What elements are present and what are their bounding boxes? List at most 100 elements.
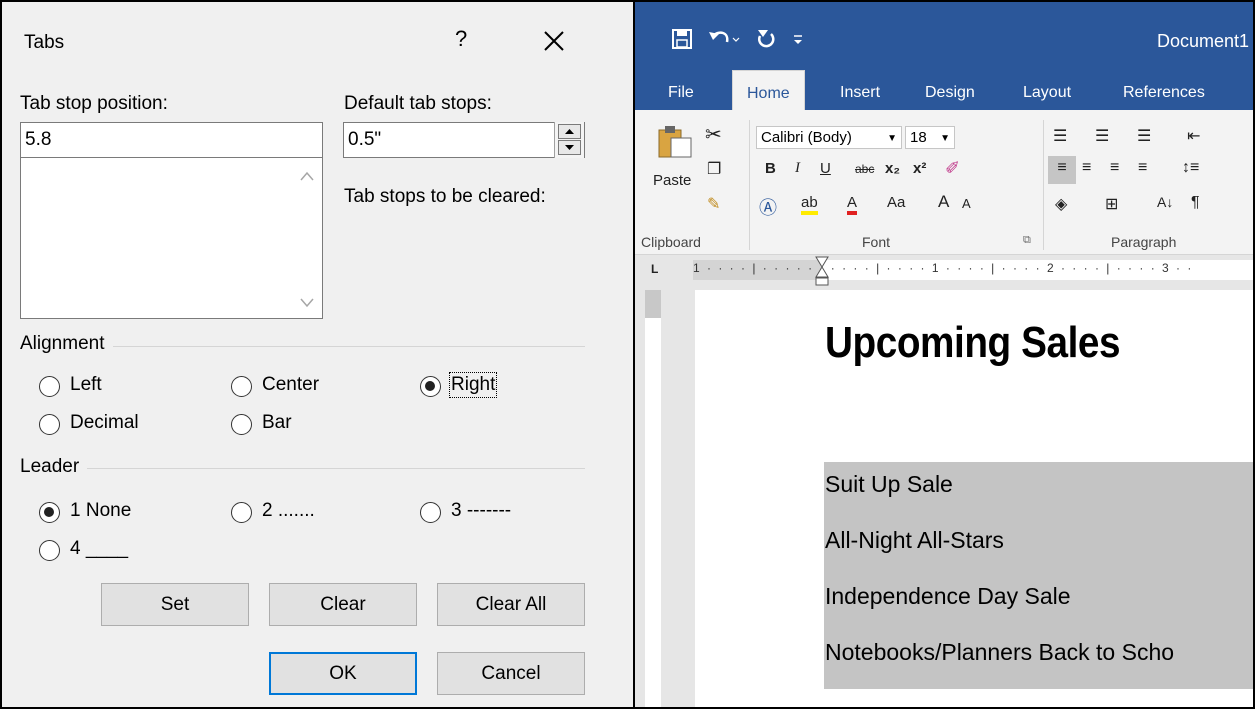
paragraph-group-label: Paragraph: [1111, 234, 1177, 250]
sort-icon[interactable]: A↓: [1157, 194, 1173, 210]
cut-icon[interactable]: ✂: [705, 122, 722, 147]
numbering-icon[interactable]: ☰: [1095, 126, 1109, 146]
vertical-ruler-margin: [645, 290, 661, 318]
alignment-center-radio[interactable]: [231, 376, 252, 397]
spin-up-button[interactable]: [558, 124, 581, 139]
tabs-dialog: Tabs ? Tab stop position: Default tab st…: [0, 0, 635, 709]
alignment-bar-radio[interactable]: [231, 414, 252, 435]
scroll-up-icon[interactable]: [300, 171, 314, 181]
document-heading[interactable]: Upcoming Sales: [825, 318, 1121, 368]
font-separator: [1043, 120, 1044, 250]
tab-design[interactable]: Design: [925, 84, 975, 102]
redo-icon[interactable]: [755, 28, 777, 50]
leader-group-title: Leader: [20, 456, 88, 478]
default-tab-stops-spinner[interactable]: [554, 122, 584, 158]
tab-insert[interactable]: Insert: [840, 84, 880, 102]
font-dialog-launcher-icon[interactable]: ⧉: [1023, 234, 1031, 247]
change-case-button[interactable]: Aa: [887, 194, 905, 211]
tab-file[interactable]: File: [668, 84, 694, 102]
superscript-button[interactable]: x²: [913, 160, 926, 177]
clear-button[interactable]: Clear: [269, 583, 417, 626]
subscript-button[interactable]: x₂: [885, 160, 900, 177]
alignment-group-title: Alignment: [20, 333, 113, 355]
font-size-value: 18: [910, 129, 927, 146]
spin-down-button[interactable]: [558, 140, 581, 155]
tab-selector-icon[interactable]: L: [651, 262, 658, 276]
align-center-button[interactable]: ≡: [1082, 159, 1091, 177]
tab-layout[interactable]: Layout: [1023, 84, 1071, 102]
shrink-font-icon[interactable]: A: [962, 196, 971, 211]
bullets-icon[interactable]: ☰: [1053, 126, 1067, 146]
bold-button[interactable]: B: [765, 160, 776, 177]
multilevel-list-icon[interactable]: ☰: [1137, 126, 1151, 146]
leader-2-label[interactable]: 2 .......: [262, 500, 315, 522]
show-formatting-icon[interactable]: ¶: [1191, 194, 1200, 212]
cancel-button[interactable]: Cancel: [437, 652, 585, 695]
vertical-ruler[interactable]: [645, 290, 661, 707]
tab-references[interactable]: References: [1123, 84, 1205, 102]
help-icon[interactable]: ?: [455, 26, 467, 52]
indent-marker-icon[interactable]: [815, 256, 829, 288]
clear-formatting-icon[interactable]: ✐: [945, 158, 960, 179]
ok-button[interactable]: OK: [269, 652, 417, 695]
default-tab-stops-label: Default tab stops:: [344, 93, 492, 114]
align-right-button[interactable]: ≡: [1110, 159, 1119, 177]
tab-stop-position-label: Tab stop position:: [20, 93, 168, 114]
highlight-icon[interactable]: ab: [801, 194, 818, 215]
leader-1-radio[interactable]: [39, 502, 60, 523]
ruler-ticks: 1 · · · · | · · · · · · · · · · | · · · …: [693, 261, 1194, 275]
copy-icon[interactable]: ❐: [707, 159, 721, 179]
alignment-right-label[interactable]: Right: [448, 372, 498, 398]
leader-4-label[interactable]: 4 ____: [70, 538, 128, 560]
paste-icon[interactable]: [657, 124, 693, 158]
close-icon[interactable]: [539, 26, 569, 56]
font-name-select[interactable]: Calibri (Body) ▼: [756, 126, 902, 149]
alignment-bar-label[interactable]: Bar: [262, 412, 292, 434]
alignment-decimal-label[interactable]: Decimal: [70, 412, 139, 434]
decrease-indent-icon[interactable]: ⇤: [1187, 126, 1200, 146]
document-title: Document1: [1157, 31, 1250, 51]
line-spacing-icon[interactable]: ↕≡: [1182, 159, 1199, 177]
underline-button[interactable]: U: [820, 160, 831, 177]
grow-font-icon[interactable]: A: [938, 192, 949, 212]
customize-toolbar-icon[interactable]: [791, 32, 805, 46]
leader-3-label[interactable]: 3 -------: [451, 500, 511, 522]
undo-icon[interactable]: [707, 28, 741, 50]
strikethrough-button[interactable]: abc: [855, 162, 874, 176]
leader-3-radio[interactable]: [420, 502, 441, 523]
chevron-down-icon: ▼: [887, 133, 897, 144]
document-line[interactable]: Suit Up Sale: [825, 471, 953, 498]
leader-1-label[interactable]: 1 None: [70, 500, 131, 522]
alignment-left-label[interactable]: Left: [70, 374, 102, 396]
tab-stop-position-input[interactable]: [20, 122, 323, 158]
save-icon[interactable]: [671, 28, 693, 50]
document-line[interactable]: Notebooks/Planners Back to Scho: [825, 639, 1174, 666]
italic-button[interactable]: I: [795, 160, 800, 177]
tab-home[interactable]: Home: [732, 70, 805, 112]
tab-stops-cleared-label: Tab stops to be cleared:: [344, 186, 546, 207]
set-button[interactable]: Set: [101, 583, 249, 626]
scroll-down-icon[interactable]: [300, 298, 314, 308]
leader-4-radio[interactable]: [39, 540, 60, 561]
tab-stops-listbox[interactable]: [20, 157, 323, 319]
dialog-title: Tabs: [24, 32, 65, 53]
align-left-button[interactable]: ≡: [1048, 156, 1076, 184]
alignment-center-label[interactable]: Center: [262, 374, 319, 396]
document-line[interactable]: Independence Day Sale: [825, 583, 1071, 610]
alignment-decimal-radio[interactable]: [39, 414, 60, 435]
font-color-icon[interactable]: A: [847, 194, 858, 215]
default-tab-stops-input[interactable]: [343, 122, 585, 158]
text-effects-icon[interactable]: Ⓐ: [759, 194, 777, 220]
font-size-select[interactable]: 18 ▼: [905, 126, 955, 149]
alignment-right-radio[interactable]: [420, 376, 441, 397]
clear-all-button[interactable]: Clear All: [437, 583, 585, 626]
borders-icon[interactable]: ⊞: [1105, 194, 1118, 214]
clipboard-separator: [749, 120, 750, 250]
format-painter-icon[interactable]: ✎: [707, 194, 720, 214]
shading-icon[interactable]: ◈: [1055, 194, 1067, 214]
paste-label[interactable]: Paste: [653, 172, 691, 189]
document-line[interactable]: All-Night All-Stars: [825, 527, 1004, 554]
justify-button[interactable]: ≡: [1138, 159, 1147, 177]
alignment-left-radio[interactable]: [39, 376, 60, 397]
leader-2-radio[interactable]: [231, 502, 252, 523]
